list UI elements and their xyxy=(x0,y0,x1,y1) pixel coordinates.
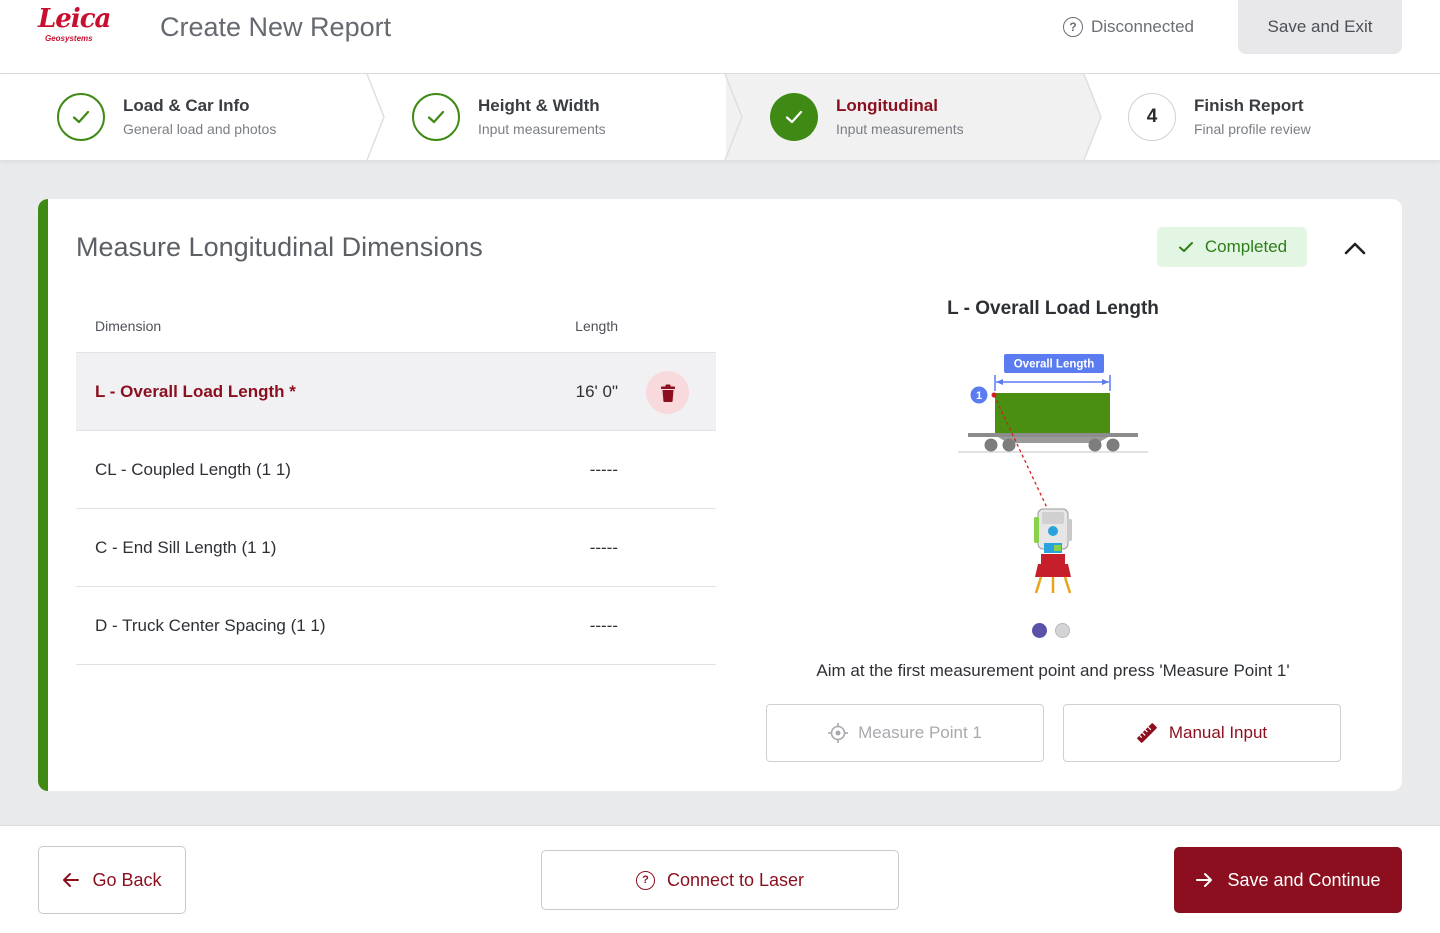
save-and-exit-button[interactable]: Save and Exit xyxy=(1238,0,1402,54)
table-row[interactable]: CL - Coupled Length (1 1) ----- xyxy=(76,431,716,509)
step-title: Load & Car Info xyxy=(123,96,250,115)
step-load-car-info[interactable]: Load & Car Info General load and photos xyxy=(57,74,367,160)
step-subtitle: Input measurements xyxy=(478,121,606,137)
table-row[interactable]: C - End Sill Length (1 1) ----- xyxy=(76,509,716,587)
go-back-label: Go Back xyxy=(92,869,162,890)
dimension-label: Overall Length xyxy=(1014,359,1095,371)
carousel-dot[interactable] xyxy=(1055,623,1070,638)
table-header: Dimension Length xyxy=(76,305,716,353)
dimension-length: ----- xyxy=(589,538,618,557)
leica-logo: Leica Geosystems xyxy=(38,4,111,50)
dimension-name: D - Truck Center Spacing (1 1) xyxy=(95,616,326,635)
measurement-instruction: Aim at the first measurement point and p… xyxy=(816,661,1290,680)
connection-status-label: Disconnected xyxy=(1091,17,1195,36)
status-badge: Completed xyxy=(1157,227,1307,267)
logo-subtitle: Geosystems xyxy=(45,34,93,43)
step-subtitle: Input measurements xyxy=(836,121,964,137)
card-accent-bar xyxy=(38,199,48,791)
step-separator xyxy=(1083,74,1102,160)
manual-input-label: Manual Input xyxy=(1168,723,1268,742)
dimension-name: C - End Sill Length (1 1) xyxy=(95,538,277,557)
app-header: Leica Geosystems Create New Report ? Dis… xyxy=(0,0,1440,74)
longitudinal-card: Measure Longitudinal Dimensions Complete… xyxy=(38,199,1402,791)
footer-bar: Go Back ? Connect to Laser Save and Cont… xyxy=(0,825,1440,933)
crosshair-icon xyxy=(828,723,849,743)
dimensions-table: Dimension Length L - Overall Load Length… xyxy=(76,305,716,665)
delete-measurement-button[interactable] xyxy=(646,371,689,414)
collapse-toggle[interactable] xyxy=(1340,233,1370,263)
connect-to-laser-label: Connect to Laser xyxy=(666,869,805,890)
manual-input-button[interactable]: Manual Input xyxy=(1063,704,1341,762)
measure-point-label: Measure Point 1 xyxy=(858,723,982,742)
connect-to-laser-button[interactable]: ? Connect to Laser xyxy=(541,850,899,910)
measure-point-button[interactable]: Measure Point 1 xyxy=(766,704,1044,762)
save-and-continue-label: Save and Continue xyxy=(1227,869,1381,890)
step-longitudinal[interactable]: Longitudinal Input measurements xyxy=(726,74,1084,160)
carousel-dot-active[interactable] xyxy=(1032,623,1047,638)
step-separator xyxy=(366,74,385,160)
step-subtitle: Final profile review xyxy=(1194,121,1311,137)
arrow-left-icon xyxy=(63,873,80,887)
step-finish-report[interactable]: 4 Finish Report Final profile review xyxy=(1128,74,1428,160)
table-row[interactable]: D - Truck Center Spacing (1 1) ----- xyxy=(76,587,716,665)
step-subtitle: General load and photos xyxy=(123,121,277,137)
dimension-length: 16' 0" xyxy=(575,382,618,401)
step-title: Finish Report xyxy=(1194,96,1304,115)
status-badge-label: Completed xyxy=(1204,237,1288,256)
section-title: Measure Longitudinal Dimensions xyxy=(76,232,483,262)
page-title: Create New Report xyxy=(160,12,392,42)
table-row[interactable]: L - Overall Load Length * 16' 0" xyxy=(76,353,716,431)
column-header-dimension: Dimension xyxy=(95,318,162,334)
check-icon xyxy=(57,93,105,141)
ruler-icon xyxy=(1137,723,1157,743)
go-back-button[interactable]: Go Back xyxy=(38,846,186,914)
step-separator xyxy=(724,74,743,160)
carousel-indicator xyxy=(1032,623,1070,638)
question-circle-icon: ? xyxy=(1063,17,1083,37)
step-title: Height & Width xyxy=(478,96,600,115)
check-icon xyxy=(770,93,818,141)
arrow-right-icon xyxy=(1196,873,1213,887)
point-marker-label: 1 xyxy=(976,390,982,402)
step-number: 4 xyxy=(1128,93,1176,141)
dimension-length: ----- xyxy=(589,460,618,479)
question-circle-icon: ? xyxy=(635,870,655,890)
dimension-name: CL - Coupled Length (1 1) xyxy=(95,460,291,479)
dimension-name: L - Overall Load Length * xyxy=(95,382,296,401)
chevron-up-icon xyxy=(1344,242,1366,255)
diagram-title: L - Overall Load Length xyxy=(947,298,1159,319)
logo-wordmark: Leica xyxy=(38,4,111,34)
column-header-length: Length xyxy=(575,318,618,334)
progress-stepper: Load & Car Info General load and photos … xyxy=(0,74,1440,160)
step-height-width[interactable]: Height & Width Input measurements xyxy=(412,74,722,160)
connection-status[interactable]: ? Disconnected xyxy=(1063,15,1194,39)
save-and-continue-button[interactable]: Save and Continue xyxy=(1174,847,1402,913)
step-title: Longitudinal xyxy=(836,96,938,115)
dimension-length: ----- xyxy=(589,616,618,635)
check-icon xyxy=(412,93,460,141)
check-icon xyxy=(1178,242,1193,252)
railcar-measurement-diagram: Overall Length 1 xyxy=(958,354,1148,594)
trash-icon xyxy=(660,384,675,402)
